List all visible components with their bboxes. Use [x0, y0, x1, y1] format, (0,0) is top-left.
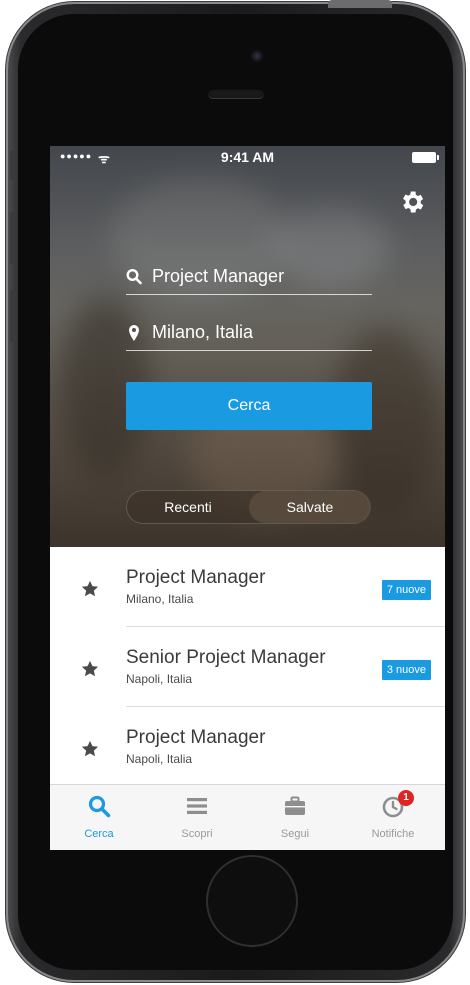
tab-label: Segui — [280, 828, 310, 840]
item-location: Milano, Italia — [126, 592, 194, 606]
search-button[interactable]: Cerca — [126, 382, 372, 430]
home-button[interactable] — [206, 855, 298, 947]
location-input[interactable]: Milano, Italia — [126, 316, 372, 351]
list-icon — [187, 798, 207, 814]
search-icon — [126, 268, 142, 285]
star-icon[interactable] — [81, 660, 99, 678]
tab-label: Notifiche — [371, 828, 415, 840]
tab-salvate[interactable]: Salvate — [249, 491, 371, 523]
search-icon — [88, 795, 111, 818]
tab-segui[interactable]: Segui — [246, 785, 344, 850]
briefcase-icon — [285, 796, 305, 815]
status-bar: ●●●●● ᯤ 9:41 AM — [50, 146, 445, 168]
star-icon[interactable] — [81, 580, 99, 598]
item-title: Project Manager — [126, 567, 266, 588]
app-screen: ●●●●● ᯤ 9:41 AM Project Manager Milano, … — [50, 146, 445, 850]
bottom-tab-bar: Cerca Scopri Segui 1 Notifiche — [50, 784, 445, 850]
tab-cerca[interactable]: Cerca — [50, 785, 148, 850]
notification-count-badge: 1 — [398, 790, 414, 806]
status-time: 9:41 AM — [220, 149, 275, 165]
tab-recenti[interactable]: Recenti — [127, 491, 249, 523]
location-value: Milano, Italia — [152, 322, 254, 342]
front-camera — [251, 50, 263, 62]
volume-up-button — [10, 212, 16, 264]
volume-down-button — [10, 290, 16, 342]
earpiece-speaker — [208, 88, 264, 98]
tab-label: Cerca — [84, 828, 114, 840]
new-count-badge: 3 nuove — [381, 660, 431, 680]
list-item[interactable]: Project Manager Milano, Italia 7 nuove — [50, 547, 445, 627]
settings-gear-icon[interactable] — [398, 188, 426, 216]
item-title: Project Manager — [126, 727, 266, 748]
item-title: Senior Project Manager — [126, 647, 326, 668]
tab-notifiche[interactable]: 1 Notifiche — [344, 785, 442, 850]
list-item[interactable]: Project Manager Napoli, Italia — [50, 707, 445, 787]
list-item[interactable]: Senior Project Manager Napoli, Italia 3 … — [50, 627, 445, 707]
job-search-input[interactable]: Project Manager — [126, 260, 372, 295]
search-hero: ●●●●● ᯤ 9:41 AM Project Manager Milano, … — [50, 146, 445, 547]
tab-scopri[interactable]: Scopri — [148, 785, 246, 850]
location-pin-icon — [129, 325, 139, 341]
item-location: Napoli, Italia — [126, 672, 193, 686]
new-count-badge: 7 nuove — [381, 580, 431, 600]
job-search-value: Project Manager — [152, 266, 285, 286]
item-location: Napoli, Italia — [126, 752, 193, 766]
battery-icon — [412, 152, 439, 163]
mute-switch — [10, 150, 16, 180]
power-button — [328, 0, 392, 8]
star-icon[interactable] — [81, 740, 99, 758]
recent-saved-toggle: Recenti Salvate — [126, 490, 371, 524]
tab-label: Scopri — [181, 828, 213, 840]
